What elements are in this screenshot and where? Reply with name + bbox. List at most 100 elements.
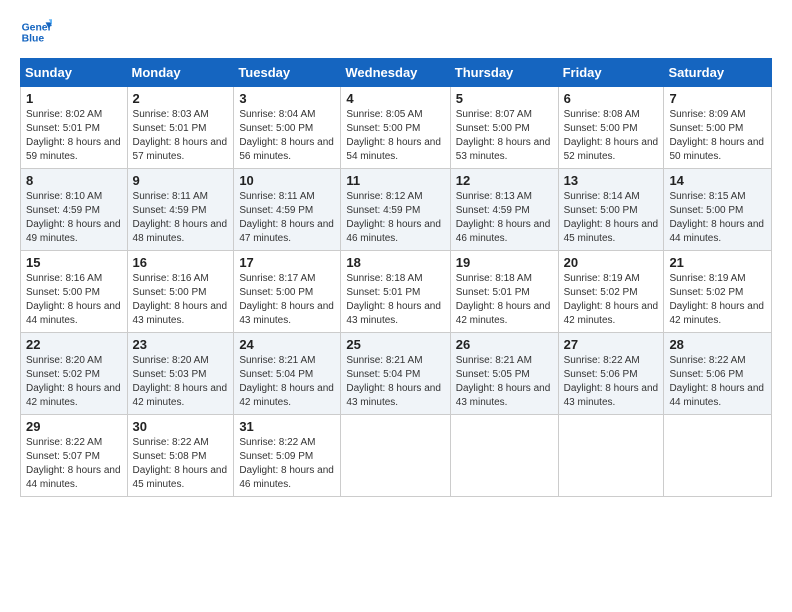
day-number: 26 [456,337,553,352]
day-info: Sunrise: 8:21 AMSunset: 5:04 PMDaylight:… [346,355,441,408]
calendar-cell: 6 Sunrise: 8:08 AMSunset: 5:00 PMDayligh… [558,87,664,169]
calendar-day-header: Tuesday [234,59,341,87]
calendar-cell [450,415,558,497]
day-info: Sunrise: 8:19 AMSunset: 5:02 PMDaylight:… [669,273,764,326]
day-info: Sunrise: 8:11 AMSunset: 4:59 PMDaylight:… [239,191,334,244]
day-number: 27 [564,337,659,352]
calendar-cell: 3 Sunrise: 8:04 AMSunset: 5:00 PMDayligh… [234,87,341,169]
svg-text:Blue: Blue [22,34,45,45]
logo: General Blue [20,16,56,48]
calendar-cell: 21 Sunrise: 8:19 AMSunset: 5:02 PMDaylig… [664,251,772,333]
day-number: 8 [26,173,122,188]
calendar-cell: 20 Sunrise: 8:19 AMSunset: 5:02 PMDaylig… [558,251,664,333]
calendar-week-row: 29 Sunrise: 8:22 AMSunset: 5:07 PMDaylig… [21,415,772,497]
day-number: 23 [133,337,229,352]
calendar-cell: 15 Sunrise: 8:16 AMSunset: 5:00 PMDaylig… [21,251,128,333]
day-number: 12 [456,173,553,188]
calendar-day-header: Friday [558,59,664,87]
day-number: 7 [669,91,766,106]
calendar-cell: 23 Sunrise: 8:20 AMSunset: 5:03 PMDaylig… [127,333,234,415]
day-info: Sunrise: 8:22 AMSunset: 5:06 PMDaylight:… [669,355,764,408]
calendar-cell: 16 Sunrise: 8:16 AMSunset: 5:00 PMDaylig… [127,251,234,333]
day-info: Sunrise: 8:03 AMSunset: 5:01 PMDaylight:… [133,109,228,162]
day-info: Sunrise: 8:12 AMSunset: 4:59 PMDaylight:… [346,191,441,244]
calendar-week-row: 1 Sunrise: 8:02 AMSunset: 5:01 PMDayligh… [21,87,772,169]
page: General Blue SundayMondayTuesdayWednesda… [0,0,792,612]
day-number: 4 [346,91,444,106]
day-number: 1 [26,91,122,106]
calendar-cell: 18 Sunrise: 8:18 AMSunset: 5:01 PMDaylig… [341,251,450,333]
day-number: 2 [133,91,229,106]
day-number: 9 [133,173,229,188]
day-info: Sunrise: 8:18 AMSunset: 5:01 PMDaylight:… [346,273,441,326]
calendar-cell: 10 Sunrise: 8:11 AMSunset: 4:59 PMDaylig… [234,169,341,251]
calendar-cell: 14 Sunrise: 8:15 AMSunset: 5:00 PMDaylig… [664,169,772,251]
header: General Blue [20,16,772,48]
calendar-cell: 27 Sunrise: 8:22 AMSunset: 5:06 PMDaylig… [558,333,664,415]
day-info: Sunrise: 8:10 AMSunset: 4:59 PMDaylight:… [26,191,121,244]
day-number: 19 [456,255,553,270]
calendar-cell: 29 Sunrise: 8:22 AMSunset: 5:07 PMDaylig… [21,415,128,497]
calendar-cell [558,415,664,497]
calendar-week-row: 22 Sunrise: 8:20 AMSunset: 5:02 PMDaylig… [21,333,772,415]
calendar-day-header: Wednesday [341,59,450,87]
calendar-cell: 28 Sunrise: 8:22 AMSunset: 5:06 PMDaylig… [664,333,772,415]
day-info: Sunrise: 8:20 AMSunset: 5:03 PMDaylight:… [133,355,228,408]
day-info: Sunrise: 8:19 AMSunset: 5:02 PMDaylight:… [564,273,659,326]
calendar-cell: 12 Sunrise: 8:13 AMSunset: 4:59 PMDaylig… [450,169,558,251]
calendar-week-row: 8 Sunrise: 8:10 AMSunset: 4:59 PMDayligh… [21,169,772,251]
calendar-cell: 25 Sunrise: 8:21 AMSunset: 5:04 PMDaylig… [341,333,450,415]
calendar-day-header: Monday [127,59,234,87]
day-info: Sunrise: 8:09 AMSunset: 5:00 PMDaylight:… [669,109,764,162]
day-info: Sunrise: 8:04 AMSunset: 5:00 PMDaylight:… [239,109,334,162]
day-number: 17 [239,255,335,270]
calendar-header-row: SundayMondayTuesdayWednesdayThursdayFrid… [21,59,772,87]
calendar-cell [664,415,772,497]
day-info: Sunrise: 8:05 AMSunset: 5:00 PMDaylight:… [346,109,441,162]
day-number: 3 [239,91,335,106]
day-info: Sunrise: 8:22 AMSunset: 5:06 PMDaylight:… [564,355,659,408]
day-number: 22 [26,337,122,352]
day-info: Sunrise: 8:18 AMSunset: 5:01 PMDaylight:… [456,273,551,326]
calendar-cell: 30 Sunrise: 8:22 AMSunset: 5:08 PMDaylig… [127,415,234,497]
calendar-cell: 7 Sunrise: 8:09 AMSunset: 5:00 PMDayligh… [664,87,772,169]
day-info: Sunrise: 8:20 AMSunset: 5:02 PMDaylight:… [26,355,121,408]
day-number: 30 [133,419,229,434]
day-info: Sunrise: 8:16 AMSunset: 5:00 PMDaylight:… [133,273,228,326]
day-number: 24 [239,337,335,352]
calendar-cell: 1 Sunrise: 8:02 AMSunset: 5:01 PMDayligh… [21,87,128,169]
calendar-cell: 31 Sunrise: 8:22 AMSunset: 5:09 PMDaylig… [234,415,341,497]
day-number: 29 [26,419,122,434]
day-number: 20 [564,255,659,270]
day-number: 21 [669,255,766,270]
calendar-cell [341,415,450,497]
calendar-cell: 11 Sunrise: 8:12 AMSunset: 4:59 PMDaylig… [341,169,450,251]
day-info: Sunrise: 8:17 AMSunset: 5:00 PMDaylight:… [239,273,334,326]
day-info: Sunrise: 8:13 AMSunset: 4:59 PMDaylight:… [456,191,551,244]
calendar-week-row: 15 Sunrise: 8:16 AMSunset: 5:00 PMDaylig… [21,251,772,333]
calendar-table: SundayMondayTuesdayWednesdayThursdayFrid… [20,58,772,497]
calendar-cell: 5 Sunrise: 8:07 AMSunset: 5:00 PMDayligh… [450,87,558,169]
day-number: 13 [564,173,659,188]
calendar-cell: 13 Sunrise: 8:14 AMSunset: 5:00 PMDaylig… [558,169,664,251]
calendar-day-header: Sunday [21,59,128,87]
day-number: 10 [239,173,335,188]
day-info: Sunrise: 8:22 AMSunset: 5:08 PMDaylight:… [133,437,228,490]
calendar-cell: 24 Sunrise: 8:21 AMSunset: 5:04 PMDaylig… [234,333,341,415]
calendar-cell: 22 Sunrise: 8:20 AMSunset: 5:02 PMDaylig… [21,333,128,415]
day-number: 14 [669,173,766,188]
day-info: Sunrise: 8:15 AMSunset: 5:00 PMDaylight:… [669,191,764,244]
day-info: Sunrise: 8:21 AMSunset: 5:04 PMDaylight:… [239,355,334,408]
day-number: 31 [239,419,335,434]
calendar-cell: 8 Sunrise: 8:10 AMSunset: 4:59 PMDayligh… [21,169,128,251]
day-number: 6 [564,91,659,106]
calendar-cell: 4 Sunrise: 8:05 AMSunset: 5:00 PMDayligh… [341,87,450,169]
day-info: Sunrise: 8:07 AMSunset: 5:00 PMDaylight:… [456,109,551,162]
day-info: Sunrise: 8:21 AMSunset: 5:05 PMDaylight:… [456,355,551,408]
calendar-cell: 26 Sunrise: 8:21 AMSunset: 5:05 PMDaylig… [450,333,558,415]
day-info: Sunrise: 8:08 AMSunset: 5:00 PMDaylight:… [564,109,659,162]
calendar-day-header: Thursday [450,59,558,87]
day-info: Sunrise: 8:22 AMSunset: 5:09 PMDaylight:… [239,437,334,490]
day-info: Sunrise: 8:16 AMSunset: 5:00 PMDaylight:… [26,273,121,326]
day-info: Sunrise: 8:22 AMSunset: 5:07 PMDaylight:… [26,437,121,490]
